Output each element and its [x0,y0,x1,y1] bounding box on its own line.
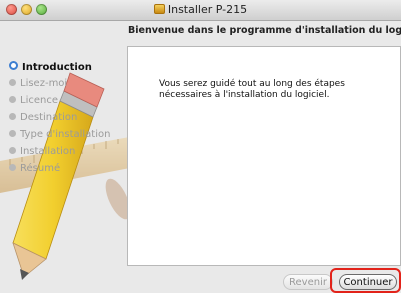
installer-window: Installer P-215 Introduction Lisez-moi L… [0,0,401,293]
step-type-installation: Type d'installation [9,129,110,140]
step-label: Introduction [22,62,92,73]
intro-text: Vous serez guidé tout au long des étapes… [159,79,345,100]
step-dot-icon [9,130,16,137]
content-panel: Vous serez guidé tout au long des étapes… [127,46,401,266]
step-introduction: Introduction [9,61,92,73]
step-resume: Résumé [9,163,60,174]
window-title-text: Installer P-215 [167,3,248,16]
step-dot-icon [9,79,16,86]
step-label: Destination [20,112,78,123]
step-label: Installation [20,146,76,157]
step-label: Type d'installation [20,129,111,140]
step-label: Lisez-moi [20,78,68,89]
step-dot-icon [9,96,16,103]
step-licence: Licence [9,95,58,106]
sidebar-artwork: Introduction Lisez-moi Licence Destinati… [0,21,140,293]
step-destination: Destination [9,112,77,123]
step-dot-icon [9,164,16,171]
step-lisez-moi: Lisez-moi [9,78,67,89]
step-dot-icon [9,147,16,154]
step-current-icon [9,61,18,70]
window-title: Installer P-215 [0,3,401,16]
title-bar: Installer P-215 [0,0,401,21]
back-button[interactable]: Revenir [283,274,333,290]
page-heading: Bienvenue dans le programme d'installati… [128,25,401,36]
step-dot-icon [9,113,16,120]
step-label: Licence [20,95,58,106]
installer-package-icon [153,4,165,14]
step-label: Résumé [20,163,61,174]
continue-highlight-box [330,268,401,293]
step-installation: Installation [9,146,75,157]
